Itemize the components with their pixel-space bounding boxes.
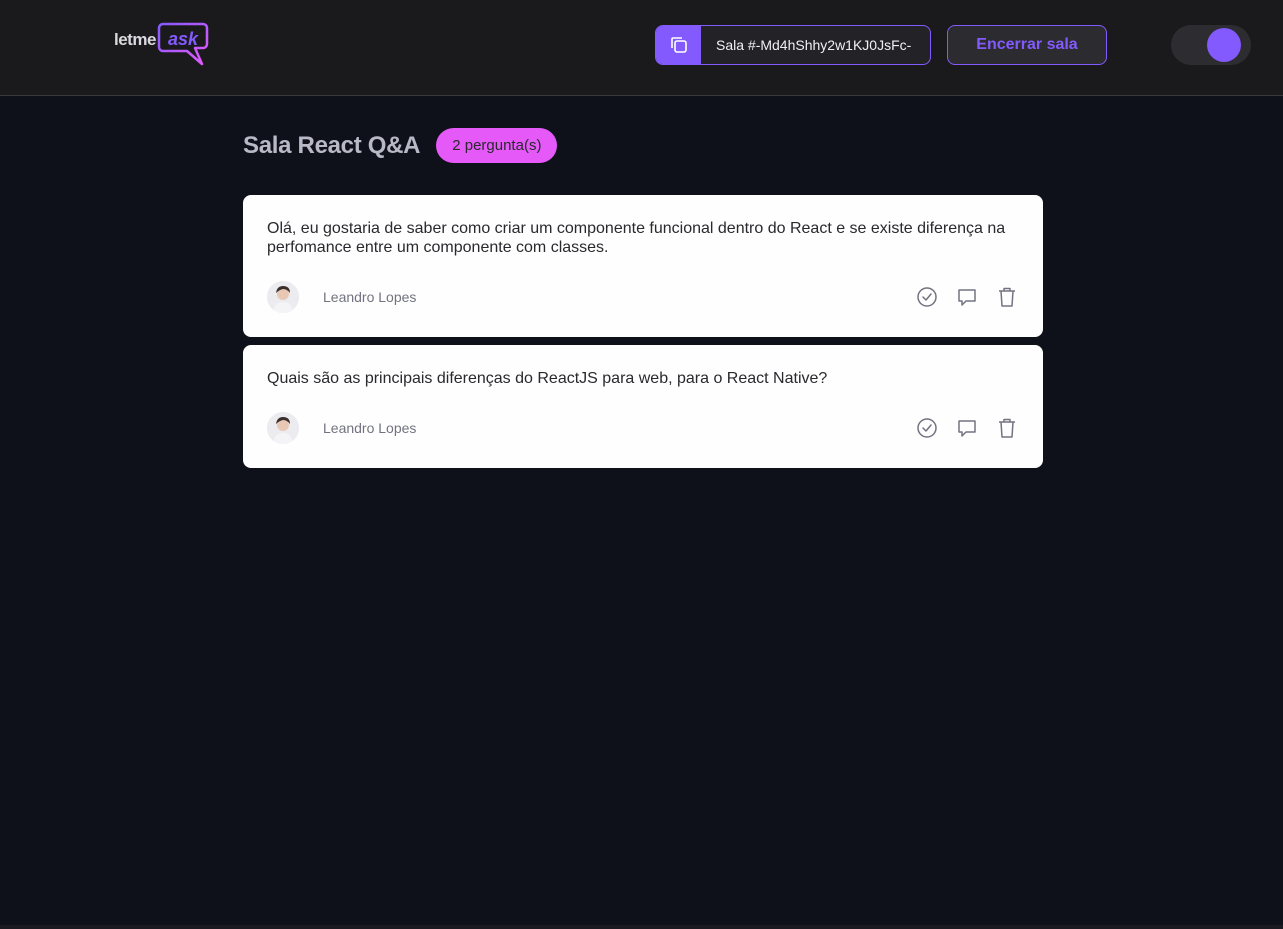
room-title-row: Sala React Q&A 2 pergunta(s): [243, 128, 558, 163]
user-info: Leandro Lopes: [267, 281, 416, 313]
letmeask-logo[interactable]: letme ask: [113, 21, 213, 69]
room-code-text: Sala #-Md4hShhy2w1KJ0JsFc-: [716, 37, 912, 53]
trash-icon[interactable]: [995, 416, 1019, 440]
check-circle-icon[interactable]: [915, 285, 939, 309]
question-footer: Leandro Lopes: [267, 412, 1019, 444]
question-footer: Leandro Lopes: [267, 281, 1019, 313]
question-actions: [915, 416, 1019, 440]
top-header: letme ask Sala #-Md4hShhy2w1KJ0JsFc- Enc…: [0, 0, 1283, 96]
room-code-button[interactable]: Sala #-Md4hShhy2w1KJ0JsFc-: [655, 25, 931, 65]
question-card: Quais são as principais diferenças do Re…: [243, 345, 1043, 468]
avatar: [267, 281, 299, 313]
question-content: Olá, eu gostaria de saber como criar um …: [267, 220, 1006, 256]
check-circle-icon[interactable]: [915, 416, 939, 440]
chat-bubble-icon[interactable]: [955, 416, 979, 440]
logo-prefix: letme: [114, 30, 156, 49]
question-card: Olá, eu gostaria de saber como criar um …: [243, 195, 1043, 337]
end-room-button[interactable]: Encerrar sala: [947, 25, 1107, 65]
question-actions: [915, 285, 1019, 309]
chat-bubble-icon[interactable]: [955, 285, 979, 309]
theme-toggle-knob: [1207, 28, 1241, 62]
copy-icon[interactable]: [656, 26, 701, 64]
question-content: Quais são as principais diferenças do Re…: [267, 370, 828, 387]
bottom-strip: [0, 925, 1283, 929]
theme-toggle[interactable]: [1171, 25, 1251, 65]
author-name: Leandro Lopes: [323, 289, 417, 305]
question-count-badge: 2 pergunta(s): [436, 128, 558, 163]
author-name: Leandro Lopes: [323, 420, 417, 436]
page-title: Sala React Q&A: [243, 131, 421, 159]
user-info: Leandro Lopes: [267, 412, 416, 444]
logo-accent: ask: [168, 29, 199, 49]
avatar: [267, 412, 299, 444]
trash-icon[interactable]: [995, 285, 1019, 309]
